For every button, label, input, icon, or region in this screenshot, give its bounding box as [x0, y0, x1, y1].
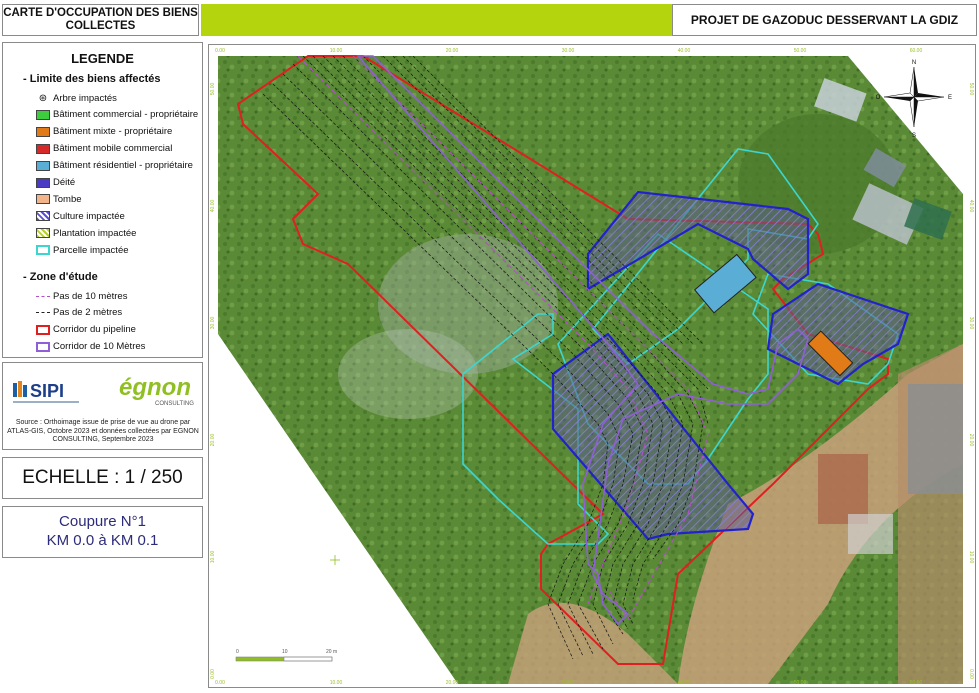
- legend-swatch: [36, 160, 50, 171]
- legend-swatch: [36, 295, 50, 297]
- x-tick-label: 30.00: [562, 680, 575, 686]
- scale-label: ECHELLE : 1 / 250: [2, 457, 203, 499]
- legend-section-affected: - Limite des biens affectés: [23, 73, 161, 85]
- x-tick-label: 10.00: [330, 48, 343, 54]
- legend-item-label: Plantation impactée: [53, 227, 137, 239]
- legend-item: Bâtiment commercial - propriétaire: [36, 108, 198, 122]
- legend-item: ⊛ Arbre impactés: [36, 91, 117, 105]
- legend-swatch: [36, 143, 50, 154]
- x-tick-label: 20.00: [446, 680, 459, 686]
- scale-bar-0: 0: [236, 649, 239, 655]
- legend-swatch: [36, 211, 50, 222]
- legend-swatch: [36, 109, 50, 120]
- legend-item: Parcelle impactée: [36, 243, 129, 257]
- legend-swatch: [36, 126, 50, 137]
- x-tick-label: 0.00: [215, 680, 225, 686]
- legend-item: Bâtiment résidentiel - propriétaire: [36, 159, 193, 173]
- y-tick-label: 0.00: [968, 669, 974, 679]
- compass-west-label: O: [876, 95, 881, 101]
- y-tick-label: 50.00: [210, 83, 216, 96]
- legend-item-label: Arbre impactés: [53, 92, 117, 104]
- compass-south-label: S: [912, 133, 916, 139]
- coupure-km-range: KM 0.0 à KM 0.1: [46, 532, 159, 549]
- legend-zone-label: Pas de 2 mètres: [53, 307, 123, 319]
- y-tick-label: 40.00: [210, 200, 216, 213]
- coupure-panel: Coupure N°1 KM 0.0 à KM 0.1: [2, 506, 203, 558]
- sipi-logo: SIPI: [13, 381, 79, 403]
- tree-symbol-icon: ⊛: [38, 92, 48, 104]
- source-note: Source : Orthoimage issue de prise de vu…: [7, 419, 199, 443]
- x-tick-label: 20.00: [446, 48, 459, 54]
- legend-swatch: [36, 312, 50, 314]
- legend-item-label: Parcelle impactée: [53, 244, 129, 256]
- y-tick-label: 20.00: [968, 434, 974, 447]
- sipi-logo-text: SIPI: [30, 381, 64, 401]
- x-tick-label: 40.00: [678, 680, 691, 686]
- legend-item: Bâtiment mixte - propriétaire: [36, 125, 172, 139]
- legend-swatch: [36, 245, 50, 256]
- legend-item-label: Déité: [53, 177, 76, 188]
- legend-item-label: Tombe: [53, 193, 82, 205]
- y-tick-label: 40.00: [968, 200, 974, 213]
- compass-east-label: E: [948, 95, 952, 101]
- legend-section-study-zone: - Zone d'étude: [23, 271, 98, 283]
- logo-panel: SIPI égnon CONSULTING Source : Orthoimag…: [2, 362, 203, 450]
- legend-swatch: [36, 341, 50, 352]
- legend-item-label: Culture impactée: [53, 210, 125, 222]
- legend-item: Culture impactée: [36, 209, 125, 223]
- legend-item: Plantation impactée: [36, 226, 136, 240]
- scale-bar-20: 20 m: [326, 649, 337, 655]
- x-tick-label: 0.00: [215, 48, 225, 54]
- legend-item-label: Bâtiment mobile commercial: [53, 143, 173, 155]
- legend-panel: LEGENDE - Limite des biens affectés ⊛ Arb…: [2, 42, 203, 358]
- legend-swatch: [36, 228, 50, 239]
- y-tick-label: 30.00: [968, 317, 974, 330]
- map-view: 0.000.0010.0010.0020.0020.0030.0030.0040…: [210, 48, 974, 686]
- legend-item-label: Bâtiment résidentiel - propriétaire: [53, 160, 193, 172]
- y-tick-label: 10.00: [210, 551, 216, 564]
- legend-zone-item: Pas de 10 mètres: [36, 289, 127, 303]
- legend-item-label: Bâtiment commercial - propriétaire: [53, 109, 199, 121]
- legend-item-label: Bâtiment mixte - propriétaire: [53, 126, 173, 138]
- y-tick-label: 10.00: [968, 551, 974, 564]
- legend-zone-label: Corridor du pipeline: [53, 324, 136, 336]
- x-tick-label: 60.00: [910, 680, 923, 686]
- legend-zone-item: Pas de 2 mètres: [36, 306, 122, 320]
- x-tick-label: 50.00: [794, 680, 807, 686]
- scale-bar-10: 10: [282, 649, 288, 655]
- x-tick-label: 60.00: [910, 48, 923, 54]
- egnon-logo-subtext: CONSULTING: [155, 401, 194, 407]
- legend-zone-item: Corridor du pipeline: [36, 323, 136, 337]
- legend-title: LEGENDE: [71, 51, 134, 66]
- legend-swatch: [36, 177, 50, 188]
- x-tick-label: 40.00: [678, 48, 691, 54]
- y-tick-label: 50.00: [968, 83, 974, 96]
- y-tick-label: 20.00: [210, 434, 216, 447]
- coupure-number: Coupure N°1: [59, 513, 146, 530]
- project-title: PROJET DE GAZODUC DESSERVANT LA GDIZ: [672, 4, 977, 36]
- x-tick-label: 50.00: [794, 48, 807, 54]
- egnon-logo: égnon CONSULTING: [119, 374, 194, 407]
- legend-swatch: [36, 194, 50, 205]
- legend-zone-item: Corridor de 10 Mètres: [36, 340, 145, 354]
- legend-zone-label: Pas de 10 mètres: [53, 290, 128, 302]
- legend-item: Déité: [36, 176, 75, 190]
- compass-north-label: N: [912, 60, 916, 66]
- x-tick-label: 30.00: [562, 48, 575, 54]
- x-tick-label: 10.00: [330, 680, 343, 686]
- legend-item: Bâtiment mobile commercial: [36, 142, 172, 156]
- y-tick-label: 30.00: [210, 317, 216, 330]
- legend-item: Tombe: [36, 192, 82, 206]
- legend-swatch: [36, 324, 50, 335]
- map-title: CARTE D'OCCUPATION DES BIENS COLLECTES: [2, 4, 199, 36]
- y-tick-label: 0.00: [210, 669, 216, 679]
- legend-zone-label: Corridor de 10 Mètres: [53, 341, 146, 353]
- egnon-logo-text: égnon: [119, 374, 191, 401]
